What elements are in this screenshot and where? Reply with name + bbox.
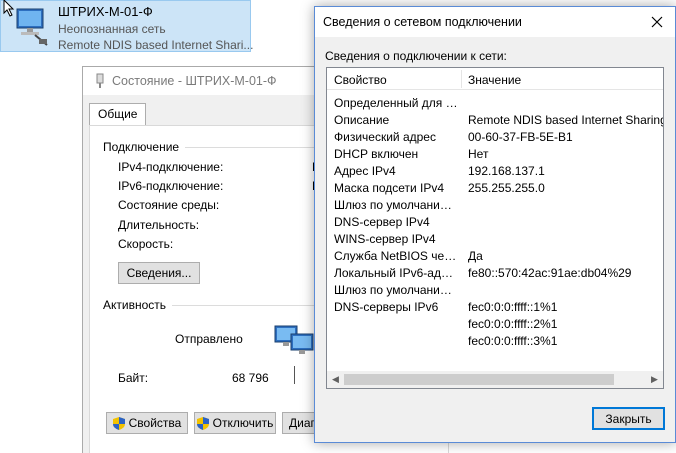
- scroll-left-icon[interactable]: ◀: [327, 371, 344, 388]
- list-item[interactable]: fec0:0:0:ffff::2%1: [327, 316, 663, 333]
- list-item[interactable]: fec0:0:0:ffff::3%1: [327, 333, 663, 350]
- list-item[interactable]: Служба NetBIOS через... Да: [327, 248, 663, 265]
- activity-group-label: Активность: [103, 298, 167, 312]
- list-item[interactable]: WINS-сервер IPv4: [327, 231, 663, 248]
- disable-button-label: Отключить: [212, 416, 274, 430]
- list-item[interactable]: DNS-серверы IPv6 fec0:0:0:ffff::1%1: [327, 299, 663, 316]
- tab-general[interactable]: Общие: [89, 103, 147, 125]
- scroll-right-icon[interactable]: ▶: [646, 371, 663, 388]
- list-item[interactable]: Описание Remote NDIS based Internet Shari…: [327, 112, 663, 129]
- details-dialog-titlebar[interactable]: Сведения о сетевом подключении: [315, 7, 675, 37]
- list-item[interactable]: Физический адрес 00-60-37-FB-5E-B1: [327, 129, 663, 146]
- uac-shield-icon: [112, 416, 125, 430]
- mouse-cursor-icon: [3, 0, 15, 17]
- ipv4-connection-label: IPv4-подключение:: [118, 160, 224, 174]
- property-cell: Маска подсети IPv4: [334, 181, 445, 195]
- details-dialog-title: Сведения о сетевом подключении: [323, 15, 522, 29]
- details-list[interactable]: Свойство Значение Определенный для по...…: [326, 67, 664, 389]
- duration-label: Длительность:: [118, 218, 200, 232]
- adapter-tile[interactable]: ШТРИХ-М-01-Ф Неопознанная сеть Remote ND…: [0, 0, 254, 52]
- disable-button[interactable]: Отключить: [194, 412, 276, 434]
- property-cell: Шлюз по умолчанию IP...: [334, 283, 459, 297]
- property-cell: Определенный для по...: [334, 96, 459, 110]
- network-status-icon: [96, 73, 104, 88]
- list-item[interactable]: Локальный IPv6-адрес... fe80::570:42ac:91…: [327, 265, 663, 282]
- property-cell: DHCP включен: [334, 147, 419, 161]
- properties-button-label: Свойства: [128, 416, 182, 430]
- media-state-label: Состояние среды:: [118, 198, 220, 212]
- horizontal-scrollbar[interactable]: ◀ ▶: [327, 371, 663, 388]
- network-activity-icon: [274, 325, 314, 354]
- list-item[interactable]: Шлюз по умолчанию IP...: [327, 282, 663, 299]
- details-button[interactable]: Сведения...: [118, 262, 200, 284]
- value-cell: fe80::570:42ac:91ae:db04%29: [468, 266, 632, 280]
- list-item[interactable]: DNS-сервер IPv4: [327, 214, 663, 231]
- bytes-sent-value: 68 796: [232, 371, 269, 385]
- value-cell: Да: [468, 249, 483, 263]
- property-cell: Описание: [334, 113, 390, 127]
- value-cell: fec0:0:0:ffff::2%1: [468, 317, 558, 331]
- adapter-name: ШТРИХ-М-01-Ф: [58, 4, 153, 19]
- adapter-network-status: Неопознанная сеть: [58, 22, 166, 36]
- uac-shield-icon: [196, 416, 209, 430]
- scrollbar-thumb[interactable]: [344, 374, 614, 385]
- property-cell: WINS-сервер IPv4: [334, 232, 436, 246]
- network-details-dialog: Сведения о сетевом подключении Сведения …: [314, 6, 676, 443]
- property-cell: Физический адрес: [334, 130, 436, 144]
- connection-details-label: Сведения о подключении к сети:: [325, 49, 507, 63]
- list-item[interactable]: Маска подсети IPv4 255.255.255.0: [327, 180, 663, 197]
- property-cell: Шлюз по умолчанию IP...: [334, 198, 459, 212]
- value-cell: 00-60-37-FB-5E-B1: [468, 130, 573, 144]
- activity-separator: [294, 366, 295, 384]
- list-item[interactable]: Шлюз по умолчанию IP...: [327, 197, 663, 214]
- list-item[interactable]: DHCP включен Нет: [327, 146, 663, 163]
- property-cell: Локальный IPv6-адрес...: [334, 266, 459, 280]
- sent-label: Отправлено: [175, 332, 243, 346]
- close-icon[interactable]: [649, 14, 665, 30]
- connection-group-label: Подключение: [103, 140, 180, 154]
- column-header-value[interactable]: Значение: [468, 73, 521, 87]
- column-header-property[interactable]: Свойство: [334, 73, 387, 87]
- value-cell: Нет: [468, 147, 489, 161]
- property-cell: Адрес IPv4: [334, 164, 396, 178]
- adapter-device-name: Remote NDIS based Internet Shari...: [58, 38, 254, 52]
- property-cell: DNS-сервер IPv4: [334, 215, 430, 229]
- close-button[interactable]: Закрыть: [592, 407, 665, 430]
- value-cell: 255.255.255.0: [468, 181, 545, 195]
- value-cell: Remote NDIS based Internet Sharing Dev: [468, 113, 664, 127]
- list-item[interactable]: Определенный для по...: [327, 95, 663, 112]
- status-window-title: Состояние - ШТРИХ-М-01-Ф: [112, 74, 277, 88]
- value-cell: fec0:0:0:ffff::3%1: [468, 334, 558, 348]
- list-item[interactable]: Адрес IPv4 192.168.137.1: [327, 163, 663, 180]
- value-cell: fec0:0:0:ffff::1%1: [468, 300, 558, 314]
- column-separator[interactable]: [461, 70, 462, 88]
- ipv6-connection-label: IPv6-подключение:: [118, 179, 224, 193]
- property-cell: Служба NetBIOS через...: [334, 249, 459, 263]
- value-cell: 192.168.137.1: [468, 164, 545, 178]
- speed-label: Скорость:: [118, 237, 174, 251]
- properties-button[interactable]: Свойства: [106, 412, 188, 434]
- property-cell: DNS-серверы IPv6: [334, 300, 439, 314]
- bytes-label: Байт:: [118, 371, 149, 385]
- details-list-header: Свойство Значение: [327, 68, 663, 90]
